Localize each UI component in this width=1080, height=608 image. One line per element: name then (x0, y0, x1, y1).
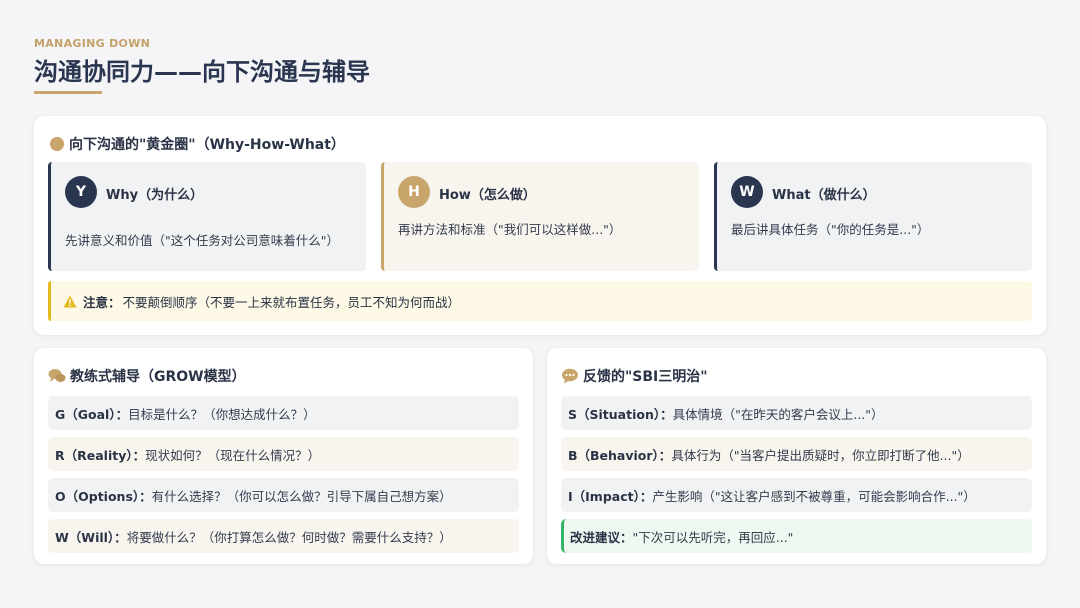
warning-icon (63, 295, 77, 307)
grow-row-options: O（Options）： 有什么选择？（你可以怎么做？引导下属自己想方案） (48, 478, 519, 512)
grow-row-key: R（Reality）： (55, 447, 146, 463)
grow-row-text: 将要做什么？（你打算怎么做？何时做？需要什么支持？） (126, 529, 452, 545)
sbi-row-key: I（Impact）： (568, 488, 653, 504)
chat-bubbles-icon (48, 369, 66, 382)
how-title: How（怎么做） (439, 188, 536, 203)
why-title: Why（为什么） (106, 188, 204, 203)
sbi-row-situation: S（Situation）： 具体情境（"在昨天的客户会议上..."） (561, 396, 1032, 430)
grow-heading-text: 教练式辅导（GROW模型） (70, 369, 246, 385)
why-description: 先讲意义和价值（"这个任务对公司意味着什么"） (65, 233, 339, 248)
notice-text: 不要颠倒顺序（不要一上来就布置任务，员工不知为何而战） (122, 294, 461, 310)
how-description: 再讲方法和标准（"我们可以这样做..."） (398, 222, 622, 237)
sbi-heading: 反馈的"SBI三明治" (561, 366, 708, 386)
how-box: H How（怎么做） 再讲方法和标准（"我们可以这样做..."） (381, 162, 699, 271)
notice-label: 注意： (83, 294, 121, 310)
sbi-suggestion-row: 改进建议： "下次可以先听完，再回应..." (561, 519, 1032, 553)
grow-row-key: O（Options）： (55, 488, 152, 504)
sbi-suggestion-key: 改进建议： (570, 529, 633, 545)
what-letter-badge: W (731, 176, 763, 208)
grow-row-text: 现状如何？（现在什么情况？） (145, 447, 321, 463)
sbi-row-text: 产生影响（"这让客户感到不被尊重，可能会影响合作..."） (652, 488, 976, 504)
golden-circle-heading-text: 向下沟通的"黄金圈"（Why-How-What） (69, 137, 345, 153)
grow-row-will: W（Will）： 将要做什么？（你打算怎么做？何时做？需要什么支持？） (48, 519, 519, 553)
eyebrow-label: MANAGING DOWN (34, 37, 151, 50)
title-underline (34, 91, 102, 94)
sbi-row-key: S（Situation）： (568, 406, 673, 422)
sbi-row-behavior: B（Behavior）： 具体行为（"当客户提出质疑时，你立即打断了他..."） (561, 437, 1032, 471)
why-letter-badge: Y (65, 176, 97, 208)
golden-circle-heading: 向下沟通的"黄金圈"（Why-How-What） (50, 134, 345, 154)
why-box: Y Why（为什么） 先讲意义和价值（"这个任务对公司意味着什么"） (48, 162, 366, 271)
what-box: W What（做什么） 最后讲具体任务（"你的任务是..."） (714, 162, 1032, 271)
grow-row-text: 有什么选择？（你可以怎么做？引导下属自己想方案） (151, 488, 452, 504)
grow-row-goal: G（Goal）： 目标是什么？（你想达成什么？） (48, 396, 519, 430)
how-letter-badge: H (398, 176, 430, 208)
sbi-row-key: B（Behavior）： (568, 447, 672, 463)
speech-bubble-icon (562, 368, 578, 384)
notice-bar: 注意： 不要颠倒顺序（不要一上来就布置任务，员工不知为何而战） (48, 281, 1032, 321)
sbi-row-text: 具体情境（"在昨天的客户会议上..."） (672, 406, 884, 422)
what-title: What（做什么） (772, 188, 876, 203)
gold-dot-icon (50, 137, 64, 151)
grow-row-key: W（Will）： (55, 529, 127, 545)
golden-circle-card: 向下沟通的"黄金圈"（Why-How-What） Y Why（为什么） 先讲意义… (34, 116, 1046, 335)
grow-row-reality: R（Reality）： 现状如何？（现在什么情况？） (48, 437, 519, 471)
sbi-heading-text: 反馈的"SBI三明治" (583, 369, 708, 385)
what-description: 最后讲具体任务（"你的任务是..."） (731, 222, 930, 237)
sbi-card: 反馈的"SBI三明治" S（Situation）： 具体情境（"在昨天的客户会议… (547, 348, 1046, 564)
grow-row-key: G（Goal）： (55, 406, 129, 422)
sbi-suggestion-text: "下次可以先听完，再回应..." (632, 529, 794, 545)
grow-row-text: 目标是什么？（你想达成什么？） (128, 406, 316, 422)
sbi-row-impact: I（Impact）： 产生影响（"这让客户感到不被尊重，可能会影响合作..."） (561, 478, 1032, 512)
page-title: 沟通协同力——向下沟通与辅导 (34, 58, 370, 86)
sbi-row-text: 具体行为（"当客户提出质疑时，你立即打断了他..."） (671, 447, 970, 463)
grow-card: 教练式辅导（GROW模型） G（Goal）： 目标是什么？（你想达成什么？） R… (34, 348, 533, 564)
grow-heading: 教练式辅导（GROW模型） (48, 366, 246, 386)
